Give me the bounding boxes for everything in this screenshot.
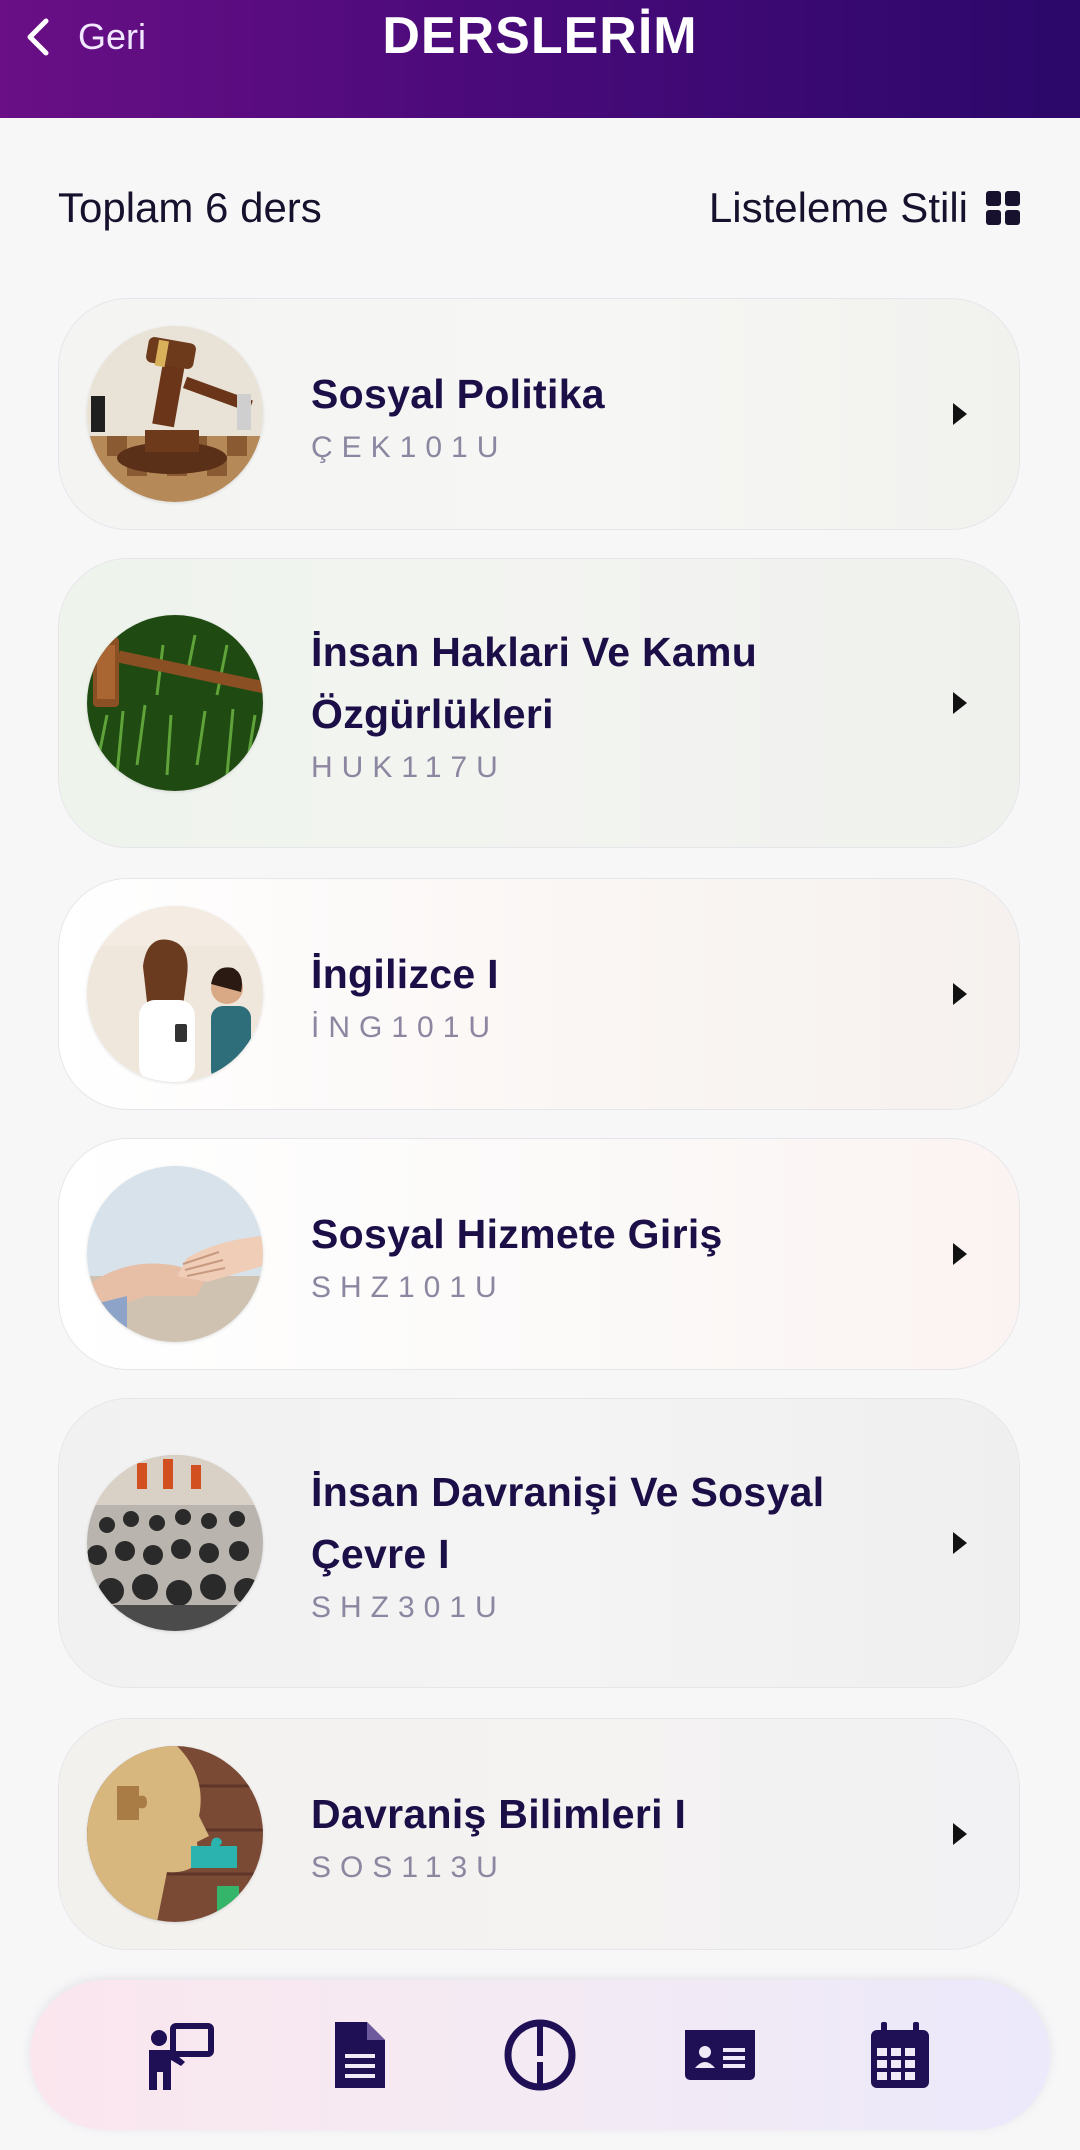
course-code: SOS113U	[311, 1851, 507, 1884]
course-card[interactable]: İnsan Haklari Ve Kamu Özgürlükleri HUK11…	[58, 558, 1020, 848]
list-style-label: Listeleme Stili	[708, 184, 968, 231]
grid-icon	[986, 191, 1020, 225]
caret-right-icon	[953, 1532, 967, 1554]
students-talking-image	[87, 906, 263, 1082]
course-card[interactable]: Sosyal Politika ÇEK101U	[58, 298, 1020, 530]
puzzle-head-image	[87, 1746, 263, 1922]
app-header: Geri DERSLERİM	[0, 0, 1080, 118]
id-card-icon	[685, 2030, 755, 2080]
course-code: İNG101U	[311, 1011, 500, 1044]
page-title: DERSLERİM	[382, 7, 698, 65]
caret-right-icon	[953, 403, 967, 425]
course-code: HUK117U	[311, 751, 507, 784]
course-name: Sosyal Hizmete Giriş	[311, 1211, 723, 1257]
caret-right-icon	[953, 983, 967, 1005]
course-card[interactable]: İngilizce I İNG101U	[58, 878, 1020, 1110]
holding-hands-image	[87, 1166, 263, 1342]
course-code: SHZ301U	[311, 1591, 506, 1624]
nav-documents[interactable]	[315, 2010, 405, 2100]
course-name: İnsan Haklari Ve Kamu Özgürlükleri	[311, 629, 758, 737]
gavel-grass-image	[87, 615, 263, 791]
nav-calendar[interactable]	[855, 2010, 945, 2100]
crowd-image	[87, 1455, 263, 1631]
total-count-label: Toplam 6 ders	[58, 184, 322, 231]
course-card[interactable]: İnsan Davranişi Ve Sosyal Çevre I SHZ301…	[58, 1398, 1020, 1688]
nav-profile-card[interactable]	[675, 2010, 765, 2100]
course-card[interactable]: Davraniş Bilimleri I SOS113U	[58, 1718, 1020, 1950]
summary-row: Toplam 6 ders Listeleme Stili	[58, 178, 1020, 238]
caret-right-icon	[953, 1823, 967, 1845]
course-name: İngilizce I	[311, 951, 499, 997]
course-card[interactable]: Sosyal Hizmete Giriş SHZ101U	[58, 1138, 1020, 1370]
gavel-chess-image	[87, 326, 263, 502]
presenter-board-icon	[149, 2023, 214, 2090]
document-icon	[335, 2022, 385, 2088]
half-circle-logo-icon	[504, 2019, 576, 2091]
course-name: Davraniş Bilimleri I	[311, 1791, 687, 1837]
list-style-toggle[interactable]: Listeleme Stili	[709, 184, 1020, 232]
bottom-nav	[30, 1980, 1050, 2130]
course-code: ÇEK101U	[311, 431, 508, 464]
nav-presenter[interactable]	[135, 2010, 225, 2100]
nav-home[interactable]	[495, 2010, 585, 2100]
caret-right-icon	[953, 692, 967, 714]
calendar-icon	[871, 2022, 929, 2088]
course-code: SHZ101U	[311, 1271, 506, 1304]
course-name: Sosyal Politika	[311, 371, 605, 417]
caret-right-icon	[953, 1243, 967, 1265]
course-name: İnsan Davranişi Ve Sosyal Çevre I	[311, 1469, 825, 1577]
